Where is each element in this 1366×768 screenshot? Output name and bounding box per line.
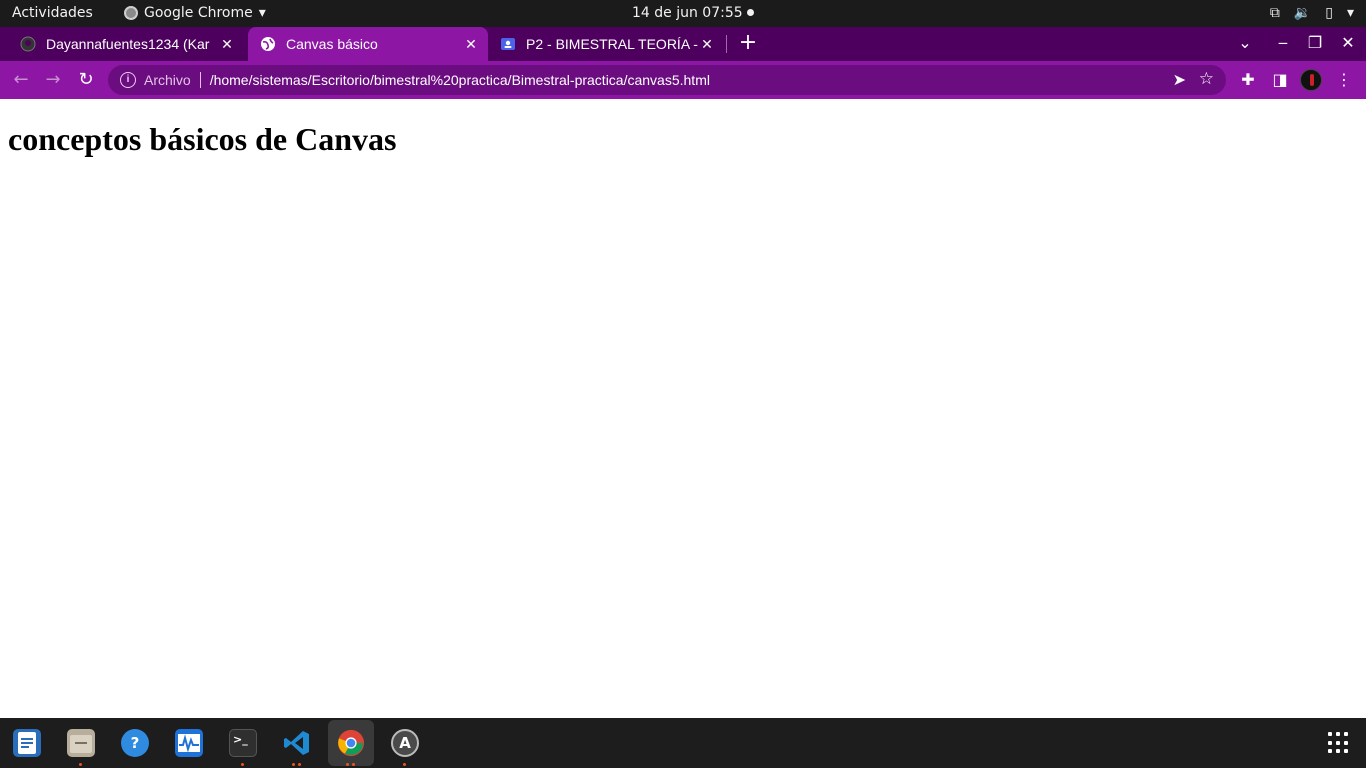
system-menu-chevron-icon: ▾ [1346, 5, 1354, 21]
page-heading: conceptos básicos de Canvas [8, 121, 397, 157]
show-applications-grid-icon[interactable] [1328, 732, 1350, 754]
running-indicator [403, 763, 406, 766]
vscode-icon [283, 729, 311, 757]
bookmark-star-icon[interactable]: ☆ [1199, 69, 1214, 89]
tab-canvas-basico[interactable]: Canvas básico ✕ [248, 27, 488, 61]
forward-button[interactable]: → [40, 67, 66, 93]
dock-chrome[interactable] [328, 720, 374, 766]
dock-system-monitor[interactable] [169, 723, 209, 763]
activities-button[interactable]: Actividades [12, 5, 93, 21]
running-indicator [79, 763, 82, 766]
ubuntu-dock: ? >_ A [0, 718, 1366, 768]
terminal-icon: >_ [229, 729, 257, 757]
clock[interactable]: 14 de jun 07:55 [632, 5, 743, 21]
chrome-app-icon [124, 6, 138, 20]
chrome-icon [337, 729, 365, 757]
send-to-device-icon[interactable]: ➤ [1173, 70, 1186, 90]
close-icon[interactable]: ✕ [462, 36, 480, 53]
classroom-icon [500, 36, 516, 52]
profile-avatar[interactable] [1300, 69, 1322, 91]
dock-terminal[interactable]: >_ [223, 723, 263, 763]
scheme-label: Archivo [144, 72, 191, 88]
github-icon [20, 36, 36, 52]
globe-icon [260, 36, 276, 52]
system-tray[interactable]: ⧉ 🔉 ▯ ▾ [1270, 4, 1354, 22]
site-info-icon[interactable]: i [120, 72, 136, 88]
app-menu[interactable]: Google Chrome ▾ [124, 5, 266, 21]
page-viewport: conceptos básicos de Canvas [0, 99, 1366, 718]
battery-icon: ▯ [1325, 5, 1333, 21]
dock-help[interactable]: ? [115, 723, 155, 763]
side-panel-icon[interactable]: ◨ [1267, 67, 1293, 93]
app-menu-label: Google Chrome [144, 5, 253, 21]
new-tab-button[interactable]: + [738, 31, 758, 55]
window-close-button[interactable]: ✕ [1336, 31, 1360, 55]
close-icon[interactable]: ✕ [698, 36, 716, 53]
back-button[interactable]: ← [8, 67, 34, 93]
network-icon: ⧉ [1269, 5, 1280, 21]
files-icon [67, 729, 95, 757]
chevron-down-icon: ▾ [258, 5, 266, 21]
tab-title: Dayannafuentes1234 (Kar [46, 36, 210, 52]
address-bar[interactable]: i Archivo /home/sistemas/Escritorio/bime… [108, 65, 1226, 95]
notification-dot [747, 9, 754, 16]
volume-icon: 🔉 [1293, 5, 1312, 21]
restore-button[interactable]: ❐ [1303, 31, 1327, 55]
address-divider [199, 72, 201, 88]
running-indicator [346, 763, 355, 766]
help-icon: ? [121, 729, 149, 757]
dock-writer[interactable] [7, 723, 47, 763]
reload-button[interactable]: ↻ [73, 67, 99, 93]
tab-github[interactable]: Dayannafuentes1234 (Kar ✕ [8, 27, 244, 61]
extensions-puzzle-icon[interactable]: ✚ [1235, 67, 1261, 93]
tab-separator [726, 35, 727, 53]
tab-p2-bimestral[interactable]: P2 - BIMESTRAL TEORÍA - I ✕ [488, 27, 724, 61]
running-indicator [292, 763, 301, 766]
tab-strip: Dayannafuentes1234 (Kar ✕ Canvas básico … [0, 27, 1366, 61]
dock-files[interactable] [61, 723, 101, 763]
browser-toolbar: ← → ↻ i Archivo /home/sistemas/Escritori… [0, 61, 1366, 99]
software-updater-icon: A [391, 729, 419, 757]
writer-icon [13, 729, 41, 757]
dock-vscode[interactable] [277, 723, 317, 763]
tab-title: Canvas básico [286, 36, 378, 52]
system-monitor-icon [175, 729, 203, 757]
close-icon[interactable]: ✕ [218, 36, 236, 53]
tab-search-chevron-icon[interactable]: ⌄ [1233, 31, 1257, 55]
gnome-top-bar: Actividades Google Chrome ▾ 14 de jun 07… [0, 0, 1366, 27]
minimize-button[interactable]: ‒ [1271, 31, 1295, 55]
dock-software-updater[interactable]: A [385, 723, 425, 763]
tab-title: P2 - BIMESTRAL TEORÍA - I [526, 36, 698, 52]
running-indicator [241, 763, 244, 766]
chrome-menu-icon[interactable]: ⋮ [1331, 67, 1357, 93]
url-text[interactable]: /home/sistemas/Escritorio/bimestral%20pr… [210, 72, 710, 88]
